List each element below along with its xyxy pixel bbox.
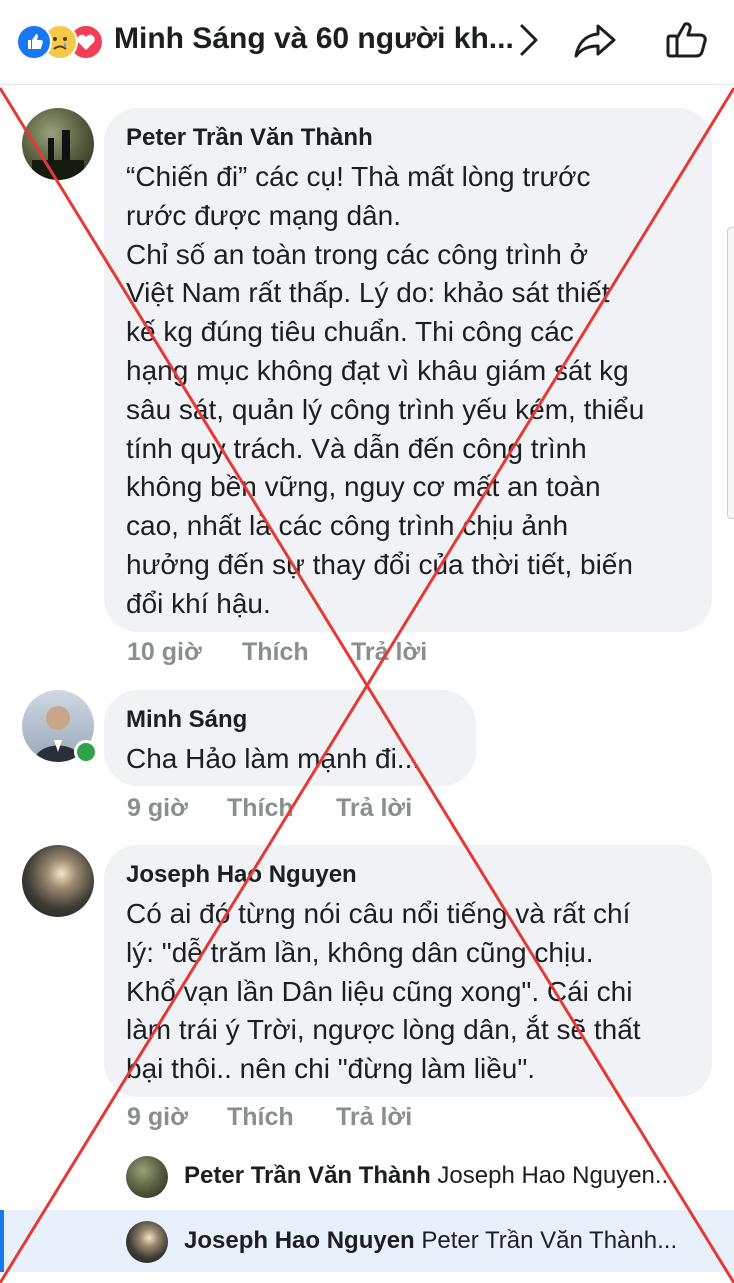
scrollbar[interactable] bbox=[727, 227, 734, 519]
comment-bubble: Joseph Hao Nguyen Có ai đó từng nói câu … bbox=[104, 845, 712, 1097]
comment-time: 10 giờ bbox=[127, 638, 202, 666]
comment-bubble: Minh Sáng Cha Hảo làm mạnh đi... bbox=[104, 690, 476, 786]
reply-preview[interactable]: Joseph Hao Nguyen Peter Trần Văn Thành..… bbox=[126, 1219, 726, 1265]
reply-button[interactable]: Trả lời bbox=[336, 1103, 412, 1132]
like-button[interactable]: Thích bbox=[227, 1103, 294, 1132]
like-button[interactable]: Thích bbox=[242, 638, 309, 667]
reply-highlight-edge bbox=[0, 1210, 4, 1272]
comment-bubble: Peter Trần Văn Thành “Chiến đi” các cụ! … bbox=[104, 108, 712, 632]
reply-author: Peter Trần Văn Thành bbox=[184, 1162, 431, 1189]
reply-preview[interactable]: Peter Trần Văn Thành Joseph Hao Nguyen..… bbox=[126, 1154, 726, 1200]
thumbs-up-icon[interactable] bbox=[664, 18, 710, 67]
avatar bbox=[126, 1221, 168, 1263]
reply-button[interactable]: Trả lời bbox=[351, 638, 427, 667]
comment-author[interactable]: Minh Sáng bbox=[126, 706, 247, 734]
comment-text: Có ai đó từng nói câu nổi tiếng và rất c… bbox=[126, 898, 641, 1085]
comment-text: “Chiến đi” các cụ! Thà mất lòng trước rư… bbox=[126, 161, 645, 619]
chevron-right-icon[interactable] bbox=[514, 18, 544, 67]
like-icon bbox=[16, 24, 52, 60]
avatar bbox=[126, 1156, 168, 1198]
avatar[interactable] bbox=[22, 108, 94, 180]
avatar[interactable] bbox=[22, 845, 94, 917]
reaction-summary[interactable] bbox=[16, 24, 112, 60]
reply-author: Joseph Hao Nguyen bbox=[184, 1227, 415, 1254]
comment-author[interactable]: Peter Trần Văn Thành bbox=[126, 124, 373, 152]
reply-snippet: Joseph Hao Nguyen... bbox=[437, 1162, 675, 1189]
reactors-title[interactable]: Minh Sáng và 60 người kh... bbox=[114, 22, 514, 56]
share-icon[interactable] bbox=[572, 18, 618, 67]
comment-author[interactable]: Joseph Hao Nguyen bbox=[126, 861, 357, 889]
reply-preview-text: Peter Trần Văn Thành Joseph Hao Nguyen..… bbox=[184, 1162, 708, 1190]
comment-time: 9 giờ bbox=[127, 794, 188, 822]
reply-preview-text: Joseph Hao Nguyen Peter Trần Văn Thành..… bbox=[184, 1227, 708, 1255]
reply-button[interactable]: Trả lời bbox=[336, 794, 412, 823]
reply-snippet: Peter Trần Văn Thành... bbox=[421, 1227, 678, 1254]
comments-header: Minh Sáng và 60 người kh... bbox=[0, 0, 734, 85]
like-button[interactable]: Thích bbox=[227, 794, 294, 823]
comment-time: 9 giờ bbox=[127, 1103, 188, 1131]
online-status-dot bbox=[74, 740, 98, 764]
comment-text: Cha Hảo làm mạnh đi... bbox=[126, 743, 421, 774]
